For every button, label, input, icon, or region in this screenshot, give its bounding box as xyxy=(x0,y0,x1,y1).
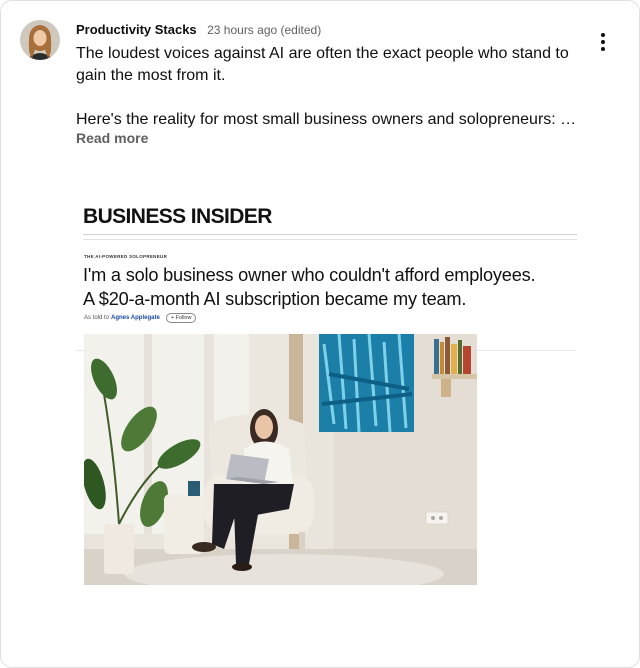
more-vert-icon xyxy=(601,33,605,51)
post-image[interactable]: BUSINESS INSIDER THE AI-POWERED SOLOPREN… xyxy=(76,197,584,589)
article-headline: I'm a solo business owner who couldn't a… xyxy=(83,263,583,311)
article-byline: As told to Agnes Applegate + Follow xyxy=(84,313,197,323)
byline-author: Agnes Applegate xyxy=(111,315,160,321)
publication-logo: BUSINESS INSIDER xyxy=(83,205,272,228)
headline-line: I'm a solo business owner who couldn't a… xyxy=(83,265,536,285)
headline-line: A $20-a-month AI subscription became my … xyxy=(83,289,467,309)
read-more-link[interactable]: Read more xyxy=(76,130,148,146)
divider xyxy=(83,239,577,240)
author-avatar[interactable] xyxy=(20,20,60,60)
post-timestamp[interactable]: 23 hours ago (edited) xyxy=(207,23,321,37)
post-header: Productivity Stacks 23 hours ago (edited… xyxy=(76,21,321,39)
post-text-line: The loudest voices against AI are often … xyxy=(76,45,569,62)
community-post-card: Productivity Stacks 23 hours ago (edited… xyxy=(0,0,640,668)
post-text-line: gain the most from it. xyxy=(76,67,226,84)
post-body: The loudest voices against AI are often … xyxy=(76,43,596,131)
article-kicker: THE AI-POWERED SOLOPRENEUR xyxy=(84,254,168,259)
follow-button: + Follow xyxy=(165,313,197,323)
byline-prefix: As told to xyxy=(84,315,110,321)
divider xyxy=(83,234,577,235)
post-text-line: Here's the reality for most small busine… xyxy=(76,111,577,128)
author-name[interactable]: Productivity Stacks xyxy=(76,22,197,37)
article-photo xyxy=(84,334,477,585)
